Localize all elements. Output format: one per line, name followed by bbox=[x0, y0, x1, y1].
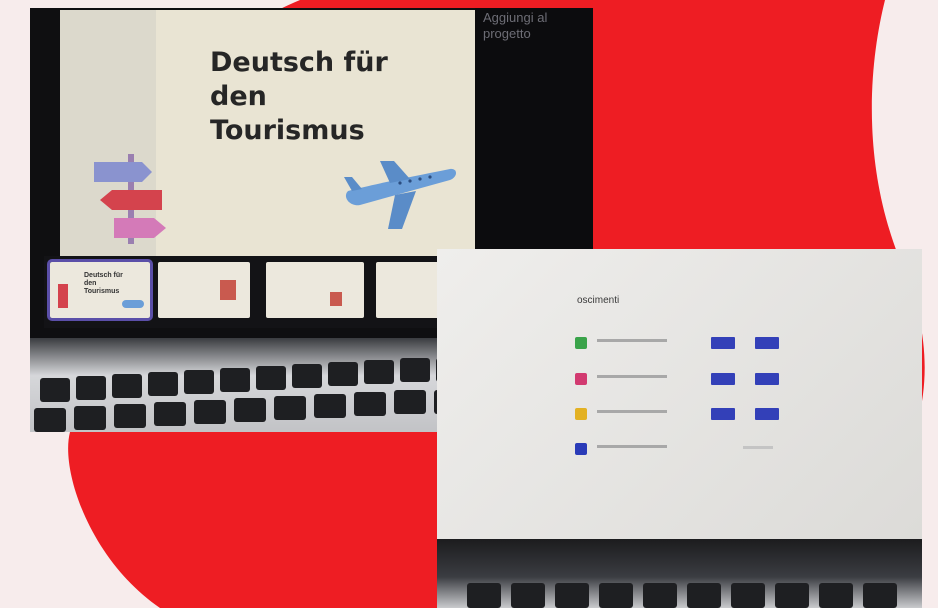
certificate-row-2 bbox=[575, 369, 795, 391]
airplane-icon bbox=[344, 161, 456, 229]
slide-title: Deutsch für den Tourismus bbox=[210, 47, 388, 146]
certificate-download-button[interactable] bbox=[755, 337, 779, 349]
thumbnail-3-image bbox=[330, 292, 342, 306]
certificate-download-button[interactable] bbox=[755, 408, 779, 420]
thumbnail-1[interactable]: Deutsch für den Tourismus bbox=[47, 259, 153, 321]
certificate-row-3 bbox=[575, 404, 795, 426]
presentation-slide: Deutsch für den Tourismus bbox=[60, 10, 500, 258]
certificate-row-4 bbox=[575, 439, 795, 461]
certificate-badge-icon bbox=[575, 443, 587, 455]
thumbnail-2-image bbox=[220, 280, 236, 300]
certificate-status bbox=[743, 446, 773, 449]
certificate-badge-icon bbox=[575, 337, 587, 349]
thumbnail-2[interactable] bbox=[158, 262, 250, 318]
thumbnail-1-arrows-icon bbox=[58, 284, 68, 308]
certificate-download-button[interactable] bbox=[755, 373, 779, 385]
thumbnail-3[interactable] bbox=[266, 262, 364, 318]
certificate-label bbox=[597, 410, 667, 413]
laptop-keyboard-2 bbox=[437, 539, 922, 608]
add-to-project-text: Aggiungi al progetto bbox=[483, 10, 548, 41]
section-heading: oscimenti bbox=[577, 295, 620, 306]
certificate-badge-icon bbox=[575, 373, 587, 385]
certificate-label bbox=[597, 375, 667, 378]
certificate-row-1 bbox=[575, 333, 795, 355]
thumbnail-1-airplane-icon bbox=[122, 300, 144, 308]
laptop-certificates-photo: oscimenti bbox=[437, 249, 922, 608]
slide-thumbnail-strip: Deutsch für den Tourismus bbox=[44, 256, 474, 328]
certificate-view-button[interactable] bbox=[711, 337, 735, 349]
thumbnail-1-label: Deutsch für den Tourismus bbox=[84, 272, 123, 295]
certificate-label bbox=[597, 445, 667, 448]
certificate-view-button[interactable] bbox=[711, 373, 735, 385]
laptop-screen-2: oscimenti bbox=[437, 249, 922, 539]
certificate-view-button[interactable] bbox=[711, 408, 735, 420]
certificate-label bbox=[597, 339, 667, 342]
signpost-arrows-icon bbox=[94, 154, 166, 244]
certificate-badge-icon bbox=[575, 408, 587, 420]
